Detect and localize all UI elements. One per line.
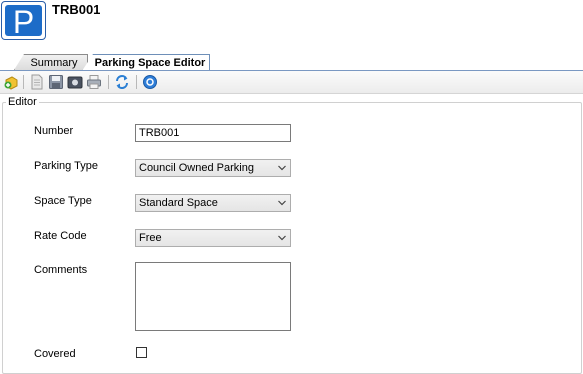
parking-type-label: Parking Type: [34, 160, 99, 172]
rate-code-select[interactable]: Free: [135, 229, 291, 247]
editor-group-title: Editor: [6, 96, 39, 108]
toolbar: [0, 71, 583, 94]
chevron-down-icon: [278, 165, 286, 171]
help-icon[interactable]: [142, 74, 158, 90]
number-field[interactable]: TRB001: [135, 124, 291, 142]
rate-code-value: Free: [139, 232, 162, 244]
refresh-icon[interactable]: [114, 74, 130, 90]
space-type-select[interactable]: Standard Space: [135, 194, 291, 212]
app-icon-letter: P: [13, 4, 34, 39]
parking-type-value: Council Owned Parking: [139, 162, 254, 174]
tab-parking-space-editor[interactable]: Parking Space Editor: [82, 54, 210, 71]
covered-label: Covered: [34, 348, 76, 360]
number-label: Number: [34, 125, 74, 137]
add-icon[interactable]: [3, 74, 19, 90]
space-type-label: Space Type: [34, 195, 92, 207]
toolbar-separator: [136, 75, 137, 89]
space-type-value: Standard Space: [139, 197, 218, 209]
parking-icon: P: [1, 1, 46, 40]
parking-type-select[interactable]: Council Owned Parking: [135, 159, 291, 177]
print-icon[interactable]: [86, 74, 102, 90]
tab-summary[interactable]: Summary: [14, 54, 88, 70]
document-icon[interactable]: [29, 74, 45, 90]
toolbar-separator: [108, 75, 109, 89]
covered-checkbox[interactable]: [136, 347, 147, 358]
chevron-down-icon: [278, 235, 286, 241]
chevron-down-icon: [278, 200, 286, 206]
tab-bar: Summary Parking Space Editor: [0, 54, 583, 71]
camera-icon[interactable]: [67, 74, 83, 90]
toolbar-separator: [23, 75, 24, 89]
rate-code-label: Rate Code: [34, 230, 87, 242]
editor-group: [2, 102, 582, 374]
header: P TRB001: [0, 0, 583, 52]
page-title: TRB001: [52, 2, 101, 17]
save-icon[interactable]: [48, 74, 64, 90]
comments-textarea[interactable]: [135, 262, 291, 331]
comments-label: Comments: [34, 264, 88, 276]
